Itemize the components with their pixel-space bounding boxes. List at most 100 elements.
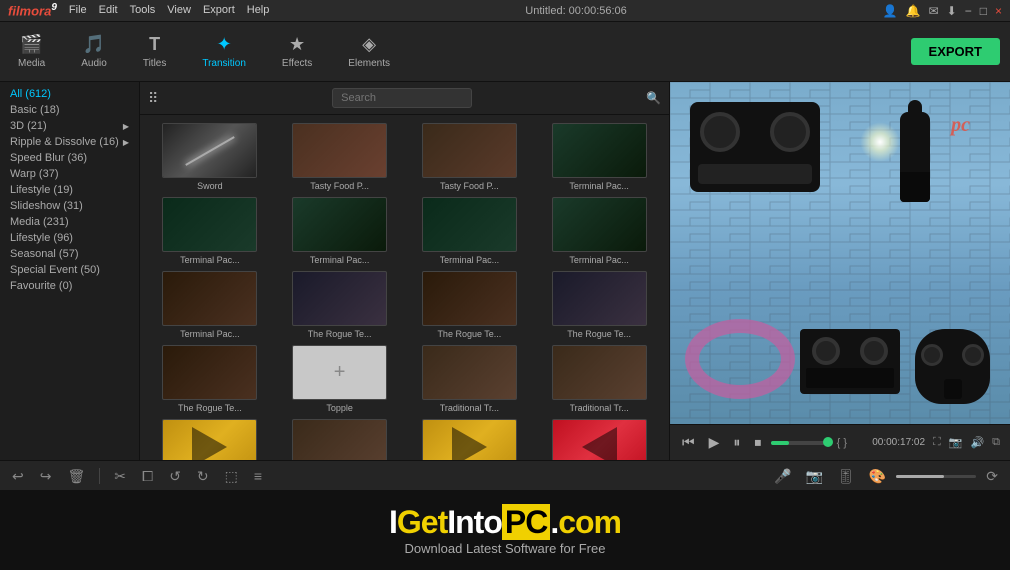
rotate-right-button[interactable]: ↻: [193, 466, 213, 487]
cat-speedblur[interactable]: Speed Blur (36): [0, 150, 139, 166]
trans-label: Terminal Pac...: [569, 181, 629, 191]
cat-basic[interactable]: Basic (18): [0, 102, 139, 118]
audio-mix-icon[interactable]: 🎚: [833, 466, 859, 487]
transition-item[interactable]: + Topple: [278, 345, 402, 413]
download-icon[interactable]: ⬇: [947, 4, 957, 18]
transition-item[interactable]: Terminal Pac...: [537, 123, 661, 191]
transition-item[interactable]: The Rogue Te...: [148, 345, 272, 413]
transition-item[interactable]: The Rogue Te...: [278, 271, 402, 339]
tool-elements[interactable]: ◈ Elements: [340, 30, 398, 73]
cassette: [800, 329, 900, 394]
crop-button[interactable]: ⧠: [138, 466, 157, 487]
transition-item[interactable]: Sword: [148, 123, 272, 191]
watermark-overlay: IGetIntoPC.com Download Latest Software …: [0, 490, 1010, 570]
transition-item[interactable]: Terminal Pac...: [408, 197, 532, 265]
notification-icon[interactable]: 🔔: [906, 4, 921, 18]
transition-item[interactable]: Terminal Pac...: [278, 197, 402, 265]
transitions-panel: ⠿ 🔍 Sword: [140, 82, 670, 460]
cat-media[interactable]: Media (231): [0, 214, 139, 230]
watermark-title: IGetIntoPC.com: [389, 504, 621, 541]
trans-thumb: +: [292, 345, 387, 400]
snapshot-icon[interactable]: 📷: [947, 434, 965, 451]
transition-item[interactable]: Tasty Food P...: [408, 123, 532, 191]
transition-item[interactable]: Traditional Tr...: [148, 419, 272, 460]
tool-effects[interactable]: ★ Effects: [274, 30, 320, 73]
cat-special[interactable]: Special Event (50): [0, 262, 139, 278]
menu-file[interactable]: File: [69, 4, 87, 16]
transition-item[interactable]: Tasty Food P...: [278, 123, 402, 191]
transition-item[interactable]: Traditional Tr...: [408, 345, 532, 413]
trans-label: Topple: [326, 403, 353, 413]
elements-icon: ◈: [362, 34, 376, 55]
transition-item[interactable]: The Rogue Te...: [537, 271, 661, 339]
menu-help[interactable]: Help: [247, 4, 270, 16]
export-button[interactable]: EXPORT: [911, 38, 1000, 65]
redo-button[interactable]: ↪: [36, 466, 56, 487]
cut-button[interactable]: ✂: [110, 466, 130, 487]
crop-icon[interactable]: { }: [835, 435, 849, 451]
graffiti-circle: [685, 319, 795, 399]
volume-icon[interactable]: 🔊: [968, 434, 986, 451]
fullscreen-icon[interactable]: ⛶: [931, 434, 943, 451]
trans-label: The Rogue Te...: [437, 329, 501, 339]
rotate-left-button[interactable]: ↺: [165, 466, 185, 487]
cat-ripple[interactable]: Ripple & Dissolve (16)▶: [0, 134, 139, 150]
titles-icon: T: [149, 34, 160, 55]
user-icon[interactable]: 👤: [883, 4, 898, 18]
maximize-button[interactable]: □: [980, 4, 987, 18]
transition-item[interactable]: Travel Adven...: [408, 419, 532, 460]
tool-titles[interactable]: T Titles: [135, 30, 175, 73]
cat-all[interactable]: All (612): [0, 86, 139, 102]
play-button[interactable]: ▶: [705, 432, 724, 453]
mail-icon[interactable]: ✉: [929, 4, 939, 18]
trans-thumb: [292, 123, 387, 178]
pip-icon[interactable]: ⧉: [990, 434, 1002, 451]
cat-slideshow[interactable]: Slideshow (31): [0, 198, 139, 214]
tool-transition[interactable]: ✦ Transition: [194, 30, 254, 73]
search-input[interactable]: [332, 88, 472, 108]
cat-3d[interactable]: 3D (21)▶: [0, 118, 139, 134]
color-icon[interactable]: 🎨: [865, 466, 890, 487]
close-button[interactable]: ×: [995, 4, 1002, 18]
delete-button[interactable]: 🗑: [63, 466, 89, 487]
transition-item[interactable]: The Rogue Te...: [408, 271, 532, 339]
progress-bar[interactable]: [771, 441, 828, 445]
more-button[interactable]: ≡: [250, 466, 266, 486]
audio-icon: 🎵: [83, 34, 105, 55]
zoom-reset-icon[interactable]: ⟳: [982, 466, 1002, 487]
cat-seasonal[interactable]: Seasonal (57): [0, 246, 139, 262]
camera-icon[interactable]: 📷: [802, 466, 827, 487]
search-icon[interactable]: 🔍: [646, 91, 661, 105]
menu-export[interactable]: Export: [203, 4, 235, 16]
mid-section: All (612) Basic (18) 3D (21)▶ Ripple & D…: [0, 82, 1010, 460]
cat-favourite[interactable]: Favourite (0): [0, 278, 139, 294]
pause-button[interactable]: ⏸: [729, 432, 744, 453]
transition-item[interactable]: Traditional Tr...: [278, 419, 402, 460]
zoom-slider[interactable]: [896, 475, 976, 478]
tool-media-label: Media: [18, 58, 45, 69]
transition-item[interactable]: Terminal Pac...: [148, 271, 272, 339]
trans-label: Tasty Food P...: [440, 181, 499, 191]
grid-view-icon[interactable]: ⠿: [148, 90, 158, 107]
cat-lifestyle2[interactable]: Lifestyle (96): [0, 230, 139, 246]
skip-back-button[interactable]: ⏮: [678, 432, 699, 453]
mic-icon[interactable]: 🎤: [770, 466, 795, 487]
transition-item[interactable]: Travel Adven...: [537, 419, 661, 460]
stop-button[interactable]: ⏹: [750, 432, 765, 453]
trans-thumb: [422, 123, 517, 178]
cat-warp[interactable]: Warp (37): [0, 166, 139, 182]
cat-lifestyle[interactable]: Lifestyle (19): [0, 182, 139, 198]
minimize-button[interactable]: −: [965, 4, 972, 18]
menu-tools[interactable]: Tools: [130, 4, 156, 16]
tool-media[interactable]: 🎬 Media: [10, 30, 53, 73]
transition-item[interactable]: Terminal Pac...: [537, 197, 661, 265]
menu-view[interactable]: View: [167, 4, 191, 16]
transition-item[interactable]: Traditional Tr...: [537, 345, 661, 413]
tool-audio[interactable]: 🎵 Audio: [73, 30, 115, 73]
menu-edit[interactable]: Edit: [99, 4, 118, 16]
undo-button[interactable]: ↩: [8, 466, 28, 487]
trans-thumb: [552, 123, 647, 178]
pip-button[interactable]: ⬚: [221, 466, 242, 487]
transition-item[interactable]: Terminal Pac...: [148, 197, 272, 265]
trans-thumb: [162, 419, 257, 460]
